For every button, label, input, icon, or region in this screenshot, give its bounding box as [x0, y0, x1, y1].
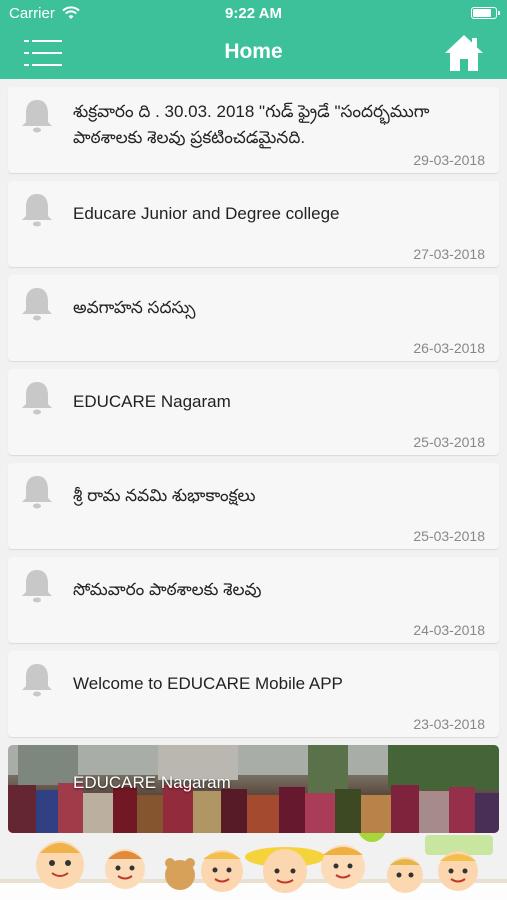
page-title: Home	[224, 40, 283, 63]
notification-text: EDUCARE Nagaram	[73, 392, 231, 411]
notification-card[interactable]: అవగాహన సదస్సు 26-03-2018	[8, 275, 499, 361]
notification-date: 29-03-2018	[413, 152, 485, 168]
bell-icon	[22, 664, 52, 697]
bell-icon	[22, 288, 52, 321]
notification-card[interactable]: శుక్రవారం ది . 30.03. 2018 "గుడ్ ఫ్రైడే …	[8, 87, 499, 173]
bell-icon	[22, 476, 52, 509]
notification-date: 26-03-2018	[413, 340, 485, 356]
bell-icon	[22, 382, 52, 415]
notification-date: 23-03-2018	[413, 716, 485, 732]
home-icon[interactable]	[443, 32, 485, 74]
photo-banner-card[interactable]: EDUCARE Nagaram	[8, 745, 499, 833]
notification-date: 25-03-2018	[413, 528, 485, 544]
notification-date: 27-03-2018	[413, 246, 485, 262]
nav-bar: Home	[0, 28, 507, 79]
bell-icon	[22, 194, 52, 227]
notification-date: 25-03-2018	[413, 434, 485, 450]
kids-cartoon-banner	[0, 833, 507, 900]
notification-date: 24-03-2018	[413, 622, 485, 638]
notification-card[interactable]: EDUCARE Nagaram 25-03-2018	[8, 369, 499, 455]
notification-text: అవగాహన సదస్సు	[73, 298, 196, 317]
battery-icon	[471, 7, 500, 19]
notification-text: సోమవారం పాఠశాలకు శెలవు	[73, 580, 262, 599]
notification-text: శ్రీ రామ నవమి శుభాకాంక్షలు	[73, 486, 256, 505]
notification-text: Educare Junior and Degree college	[73, 204, 340, 223]
bell-icon	[22, 100, 52, 133]
status-bar: Carrier 9:22 AM	[0, 0, 507, 28]
notification-card[interactable]: శ్రీ రామ నవమి శుభాకాంక్షలు 25-03-2018	[8, 463, 499, 549]
notification-text: Welcome to EDUCARE Mobile APP	[73, 674, 343, 693]
notification-text: శుక్రవారం ది . 30.03. 2018 "గుడ్ ఫ్రైడే …	[73, 102, 430, 147]
clock: 9:22 AM	[225, 5, 282, 22]
notification-card[interactable]: Educare Junior and Degree college 27-03-…	[8, 181, 499, 267]
notification-card[interactable]: Welcome to EDUCARE Mobile APP 23-03-2018	[8, 651, 499, 737]
notification-card[interactable]: సోమవారం పాఠశాలకు శెలవు 24-03-2018	[8, 557, 499, 643]
bell-icon	[22, 570, 52, 603]
banner-label: EDUCARE Nagaram	[73, 773, 231, 792]
